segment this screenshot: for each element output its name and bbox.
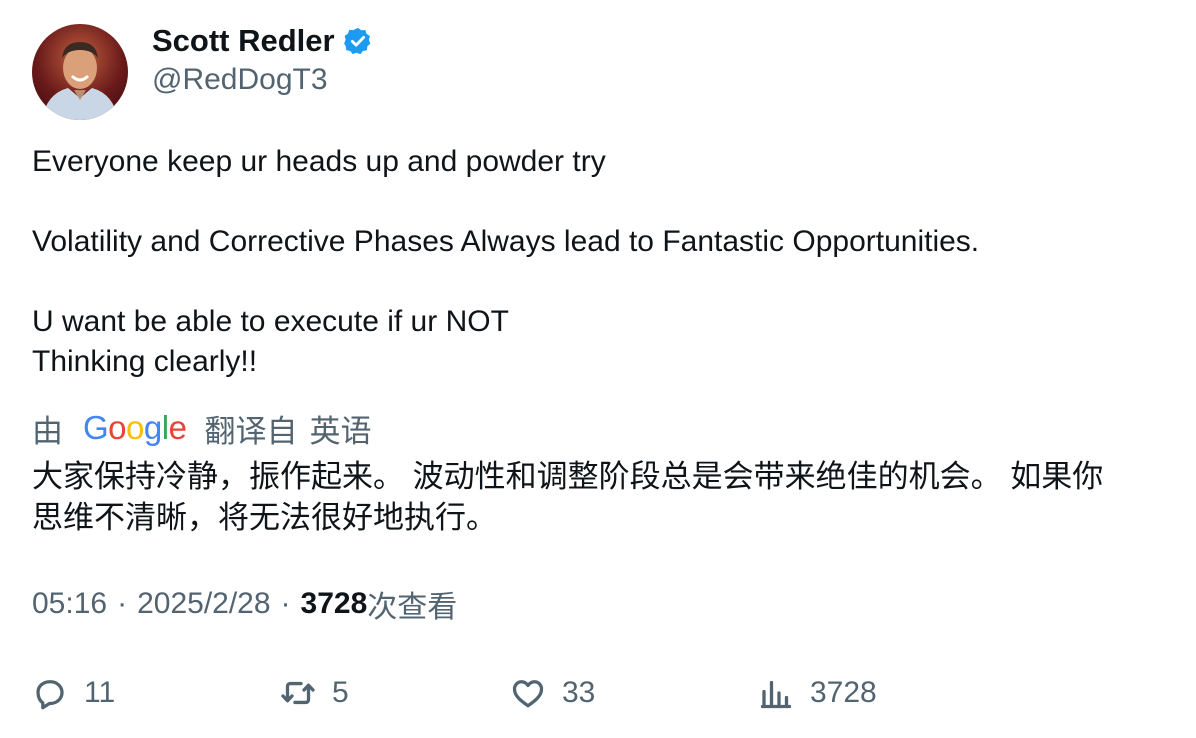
reply-count: 11 [84,676,116,709]
author-block: Scott Redler @RedDogT3 [152,22,373,97]
translation-from-label: 翻译自 [204,413,298,449]
tweet-line: Everyone keep ur heads up and powder try [32,145,606,178]
author-handle[interactable]: @RedDogT3 [152,63,373,97]
tweet-line: Volatility and Corrective Phases Always … [32,225,980,258]
tweet-line: Thinking clearly!! [32,345,258,378]
meta-separator: · [117,587,128,620]
heart-icon [512,680,544,708]
tweet-date[interactable]: 2025/2/28 [137,587,270,621]
translated-line: 大家保持冷静，振作起来。 波动性和调整阶段总是会带来绝佳的机会。 如果你 [32,459,1104,494]
retweet-button[interactable]: 5 [280,668,349,718]
reply-button[interactable]: 11 [32,668,115,718]
verified-badge-icon [343,26,373,56]
author-name[interactable]: Scott Redler [152,23,335,59]
tweet-text: Everyone keep ur heads up and powder try… [32,142,1162,382]
reply-icon [36,680,64,710]
retweet-count: 5 [332,676,349,709]
author-avatar[interactable] [32,24,128,120]
views-count[interactable]: 3728 [301,587,368,621]
tweet-meta: 05:16 · 2025/2/28 · 3728 次查看 [32,584,457,624]
action-bar: 11 5 33 3728 [32,668,1162,718]
retweet-icon [281,681,315,705]
translation-language: 英语 [309,413,372,449]
analytics-icon [760,680,792,709]
tweet-line: U want be able to execute if ur NOT [32,305,509,338]
translated-line: 思维不清晰，将无法很好地执行。 [32,500,497,535]
translation-prefix: 由 [32,413,63,449]
views-button[interactable]: 3728 [758,668,877,718]
like-button[interactable]: 33 [510,668,595,718]
avatar-photo [42,42,118,120]
tweet-time[interactable]: 05:16 [32,587,107,621]
translation-attribution[interactable]: 由 Google 翻译自 英语 [32,406,371,450]
views-label: 次查看 [367,591,458,624]
like-count: 33 [562,676,596,709]
views-action-count: 3728 [810,676,877,709]
meta-separator: · [280,587,291,620]
translated-text: 大家保持冷静，振作起来。 波动性和调整阶段总是会带来绝佳的机会。 如果你 思维不… [32,456,1162,538]
google-logo: Google [83,409,187,446]
